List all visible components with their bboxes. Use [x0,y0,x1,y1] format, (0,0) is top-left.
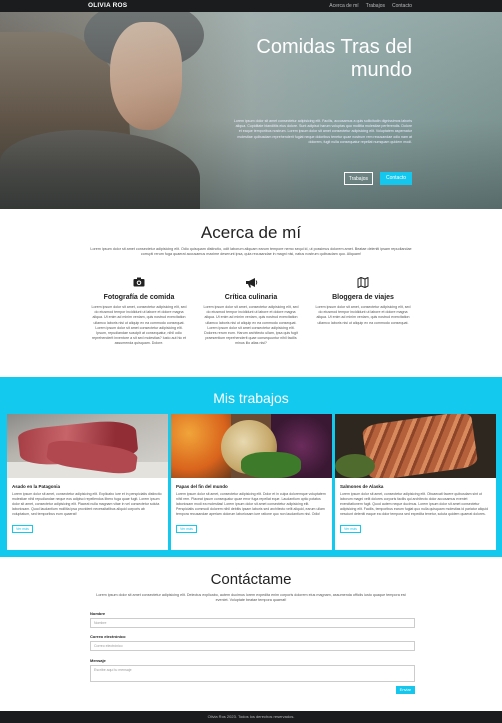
about-item-text: Lorem ipsum dolor sit amet, consectetur … [315,305,411,325]
hero-section: Comidas Tras del mundo Lorem ipsum dolor… [0,12,502,209]
navbar: OLIVIA ROS Acerca de mí Trabajos Contact… [0,0,502,12]
work-card-text: Lorem ipsum dolor sit amet, consectetur … [176,492,326,516]
about-section: Acerca de mí Lorem ipsum dolor sit amet … [0,209,502,377]
email-field[interactable]: Correo electrónico [90,641,415,651]
contact-section: Contáctame Lorem ipsum dolor sit amet co… [0,557,502,711]
about-item-text: Lorem ipsum dolor sit amet, consectetur … [203,305,299,346]
map-icon [314,275,412,289]
about-item-text: Lorem ipsum dolor sit amet, consectetur … [91,305,187,346]
work-card-image [335,414,496,478]
works-section: Mis trabajos Asado en la Patagonia Lorem… [0,377,502,557]
work-card-text: Lorem ipsum dolor sit amet, consectetur … [12,492,162,516]
work-card-title: Salmones de Alaska [340,484,384,489]
message-field[interactable]: Escribe aquí tu mensaje [90,665,415,682]
footer: Olivia Ros 2023. Todos los derechos rese… [0,711,502,723]
work-card-image [171,414,332,478]
hero-title: Comidas Tras del mundo [256,36,412,81]
work-card-image [7,414,168,478]
nav-link-about[interactable]: Acerca de mí [329,3,358,9]
work-card: Asado en la Patagonia Lorem ipsum dolor … [7,414,168,550]
about-item-title: Fotografía de comida [103,294,175,301]
about-item: Fotografía de comida Lorem ipsum dolor s… [90,275,188,347]
works-button[interactable]: Trabajos [343,172,373,185]
hero-description: Lorem ipsum dolor sit amet consectetur a… [233,119,412,144]
nav-link-works[interactable]: Trabajos [366,3,385,9]
about-item: Bloggera de viajes Lorem ipsum dolor sit… [314,275,412,347]
footer-text: Olivia Ros 2023. Todos los derechos rese… [207,714,295,719]
work-card: Salmones de Alaska Lorem ipsum dolor sit… [335,414,496,550]
megaphone-icon [202,275,300,289]
about-columns: Fotografía de comida Lorem ipsum dolor s… [90,275,412,347]
view-more-button[interactable]: Ver más [340,525,361,533]
name-label: Nombre [90,611,106,616]
contact-button[interactable]: Contacto [379,172,412,185]
email-label: Correo electrónico [90,634,126,639]
hero-buttons: Trabajos Contacto [343,172,412,185]
contact-intro: Lorem ipsum dolor sit amet consectetur a… [96,593,406,603]
nav-link-contact[interactable]: Contacto [392,3,412,9]
contact-title: Contáctame [210,571,292,588]
work-card-text: Lorem ipsum dolor sit amet, consectetur … [340,492,489,516]
about-item-title: Bloggera de viajes [332,294,394,301]
brand-logo[interactable]: OLIVIA ROS [88,2,127,9]
name-field[interactable]: Nombre [90,618,415,628]
about-intro: Lorem ipsum dolor sit amet consectetur a… [90,247,412,257]
about-item: Crítica culinaria Lorem ipsum dolor sit … [202,275,300,347]
view-more-button[interactable]: Ver más [12,525,33,533]
about-title: Acerca de mí [200,223,302,242]
work-card: Papas del fin del mundo Lorem ipsum dolo… [171,414,332,550]
nav-links: Acerca de mí Trabajos Contacto [329,3,412,9]
camera-icon [90,275,188,289]
send-button[interactable]: Enviar [395,686,415,694]
work-card-title: Papas del fin del mundo [176,484,228,489]
works-cards: Asado en la Patagonia Lorem ipsum dolor … [7,414,496,550]
about-item-title: Crítica culinaria [224,294,278,301]
view-more-button[interactable]: Ver más [176,525,197,533]
works-title: Mis trabajos [213,390,289,406]
message-label: Mensaje [90,658,106,663]
work-card-title: Asado en la Patagonia [12,484,61,489]
